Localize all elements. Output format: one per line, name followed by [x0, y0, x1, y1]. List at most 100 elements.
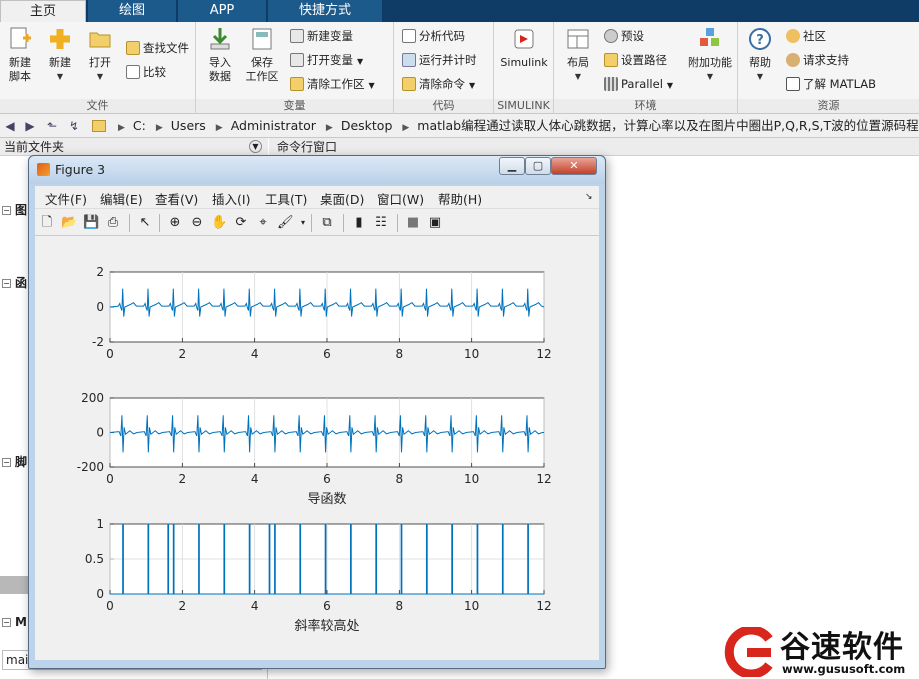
collapse-icon[interactable]: −: [2, 618, 11, 627]
forward-arrow-icon[interactable]: ▶: [22, 118, 38, 134]
import-data-button[interactable]: 导入 数据: [200, 26, 240, 84]
legend-icon[interactable]: ☷: [373, 215, 389, 231]
open-variable-button[interactable]: 打开变量 ▼: [290, 51, 363, 69]
community-icon: [786, 29, 800, 43]
chevron-right-icon: ▶: [215, 123, 223, 133]
gear-icon: [604, 29, 618, 43]
brush-icon[interactable]: 🖌: [277, 215, 294, 231]
back-arrow-icon[interactable]: ◀: [2, 118, 18, 134]
folder-section[interactable]: − 函: [2, 274, 27, 291]
add-ons-button[interactable]: 附加功能 ▼: [686, 26, 734, 84]
run-and-time-button[interactable]: 运行并计时: [402, 51, 477, 69]
show-plot-tools-icon[interactable]: ▣: [427, 215, 443, 231]
simulink-button[interactable]: Simulink: [498, 26, 550, 70]
figure-title-bar[interactable]: Figure 3 ▁ ▢ ✕: [29, 156, 605, 184]
save-workspace-label: 保存 工作区: [245, 56, 279, 83]
menu-file[interactable]: 文件(F): [45, 189, 87, 208]
tab-shortcuts[interactable]: 快捷方式: [268, 0, 382, 22]
help-button[interactable]: ? 帮助 ▼: [740, 26, 780, 84]
breadcrumb-item[interactable]: matlab编程通过读取人体心跳数据，计算心率以及在图片中圈出P,Q,R,S,T…: [417, 118, 919, 133]
run-time-icon: [402, 53, 416, 67]
find-files-button[interactable]: 查找文件: [126, 39, 189, 57]
menu-window[interactable]: 窗口(W): [377, 189, 424, 208]
print-icon[interactable]: ⎙: [105, 215, 121, 231]
breadcrumb-item[interactable]: Users: [171, 118, 206, 133]
clear-commands-button[interactable]: 清除命令 ▼: [402, 75, 475, 93]
collapse-icon[interactable]: −: [2, 458, 11, 467]
panel-actions-icon[interactable]: ▼: [249, 140, 262, 153]
maximize-button[interactable]: ▢: [525, 157, 551, 175]
breadcrumb-item[interactable]: Administrator: [231, 118, 316, 133]
collapse-icon[interactable]: −: [2, 279, 11, 288]
save-icon[interactable]: 💾: [83, 215, 99, 231]
save-workspace-button[interactable]: 保存 工作区: [242, 26, 282, 84]
analyze-code-label: 分析代码: [419, 29, 465, 43]
folder-section[interactable]: − 图: [2, 201, 27, 218]
ribbon-group-environment: 布局 ▼ 预设 设置路径 Parallel ▼ 附加功能 ▼ 环境: [554, 22, 738, 114]
ribbon-tab-bar: 主页 绘图 APP 快捷方式: [0, 0, 919, 22]
folder-section[interactable]: − M: [2, 615, 27, 629]
up-folder-icon[interactable]: ⬑: [44, 118, 60, 134]
preferences-button[interactable]: 预设: [604, 27, 644, 45]
parallel-icon: [604, 77, 618, 91]
colorbar-icon[interactable]: ▮: [351, 215, 367, 231]
x-tick-label: 12: [536, 347, 551, 361]
collapse-icon[interactable]: −: [2, 206, 11, 215]
open-file-icon[interactable]: 📂: [61, 215, 77, 231]
open-button[interactable]: 打开 ▼: [80, 26, 120, 84]
menu-view[interactable]: 查看(V): [155, 189, 198, 208]
zoom-in-icon[interactable]: ⊕: [167, 215, 183, 231]
command-window-title: 命令行窗口: [277, 140, 338, 154]
pointer-icon[interactable]: ↖: [137, 215, 153, 231]
dock-arrow-icon[interactable]: ↘: [585, 192, 593, 202]
breadcrumb-item[interactable]: C:: [133, 118, 146, 133]
x-tick-label: 4: [251, 472, 259, 486]
open-label: 打开: [89, 56, 111, 69]
chevron-down-icon[interactable]: ▾: [295, 215, 311, 231]
learn-matlab-button[interactable]: 了解 MATLAB: [786, 75, 876, 93]
new-script-button[interactable]: 新建 脚本: [0, 26, 40, 84]
close-button[interactable]: ✕: [551, 157, 597, 175]
menu-tools[interactable]: 工具(T): [265, 189, 307, 208]
x-axis-label: 导函数: [307, 492, 346, 507]
pan-hand-icon[interactable]: ✋: [211, 215, 227, 231]
menu-desktop[interactable]: 桌面(D): [320, 189, 364, 208]
request-support-button[interactable]: 请求支持: [786, 51, 849, 69]
analyze-code-button[interactable]: 分析代码: [402, 27, 465, 45]
folder-section[interactable]: − 脚: [2, 453, 27, 470]
tab-apps[interactable]: APP: [178, 0, 266, 22]
minimize-button[interactable]: ▁: [499, 157, 525, 175]
compare-button[interactable]: 比较: [126, 63, 166, 81]
clear-workspace-button[interactable]: 清除工作区 ▼: [290, 75, 375, 93]
parallel-button[interactable]: Parallel ▼: [604, 75, 673, 93]
help-icon: ?: [749, 28, 771, 50]
chevron-right-icon: ▶: [402, 123, 410, 133]
figure-toolbar: 🗋 📂 💾 ⎙ ↖ ⊕ ⊖ ✋ ⟳ ⌖ 🖌 ▾ ⧉ ▮ ☷ ■ ▣: [35, 208, 599, 236]
link-plot-icon[interactable]: ⧉: [319, 215, 335, 231]
section-label: 脚: [15, 455, 28, 469]
video-icon: [786, 77, 800, 91]
import-data-icon: [210, 28, 230, 50]
analyze-code-icon: [402, 29, 416, 43]
new-button[interactable]: 新建 ▼: [40, 26, 80, 84]
rotate-3d-icon[interactable]: ⟳: [233, 215, 249, 231]
layout-button[interactable]: 布局 ▼: [558, 26, 598, 84]
data-cursor-icon[interactable]: ⌖: [255, 215, 271, 231]
set-path-button[interactable]: 设置路径: [604, 51, 667, 69]
toolbar-separator: [129, 214, 130, 232]
zoom-out-icon[interactable]: ⊖: [189, 215, 205, 231]
tab-plots[interactable]: 绘图: [88, 0, 176, 22]
support-icon: [786, 53, 800, 67]
new-variable-button[interactable]: 新建变量: [290, 27, 353, 45]
menu-insert[interactable]: 插入(I): [212, 189, 250, 208]
new-figure-icon[interactable]: 🗋: [39, 215, 55, 231]
breadcrumb-item[interactable]: Desktop: [341, 118, 393, 133]
menu-help[interactable]: 帮助(H): [438, 189, 482, 208]
menu-edit[interactable]: 编辑(E): [100, 189, 143, 208]
tab-home[interactable]: 主页: [0, 0, 86, 22]
hide-plot-tools-icon[interactable]: ■: [405, 215, 421, 231]
simulink-label: Simulink: [500, 56, 548, 69]
community-button[interactable]: 社区: [786, 27, 826, 45]
x-tick-label: 0: [106, 472, 114, 486]
browse-folder-icon[interactable]: ↯: [66, 118, 82, 134]
